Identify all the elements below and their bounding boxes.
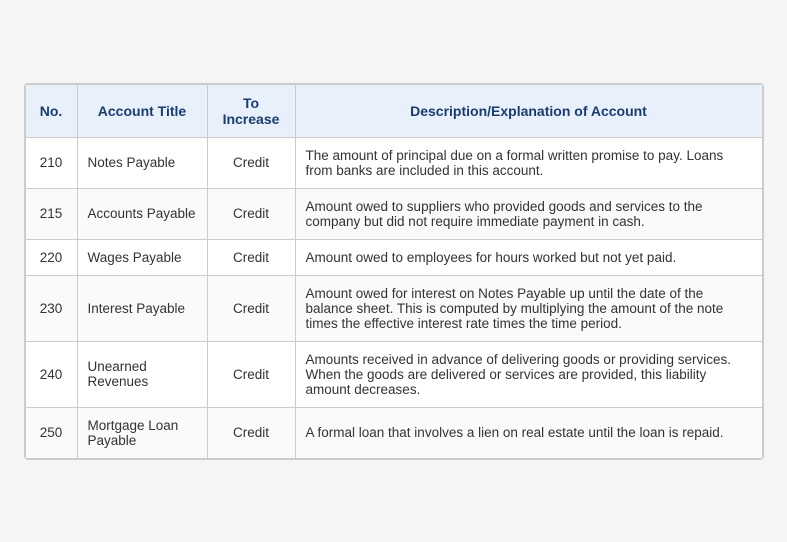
cell-description: A formal loan that involves a lien on re…	[295, 407, 762, 458]
cell-no: 240	[25, 341, 77, 407]
accounts-table: No. Account Title ToIncrease Description…	[25, 84, 763, 459]
cell-to-increase: Credit	[207, 275, 295, 341]
cell-account-title: Interest Payable	[77, 275, 207, 341]
cell-description: Amounts received in advance of deliverin…	[295, 341, 762, 407]
cell-account-title: Wages Payable	[77, 239, 207, 275]
cell-no: 250	[25, 407, 77, 458]
table-row: 210Notes PayableCreditThe amount of prin…	[25, 137, 762, 188]
header-account-title: Account Title	[77, 84, 207, 137]
cell-description: Amount owed to employees for hours worke…	[295, 239, 762, 275]
cell-description: Amount owed for interest on Notes Payabl…	[295, 275, 762, 341]
cell-to-increase: Credit	[207, 239, 295, 275]
cell-account-title: Accounts Payable	[77, 188, 207, 239]
cell-description: The amount of principal due on a formal …	[295, 137, 762, 188]
cell-to-increase: Credit	[207, 407, 295, 458]
cell-to-increase: Credit	[207, 188, 295, 239]
table-row: 230Interest PayableCreditAmount owed for…	[25, 275, 762, 341]
cell-no: 210	[25, 137, 77, 188]
cell-to-increase: Credit	[207, 137, 295, 188]
cell-to-increase: Credit	[207, 341, 295, 407]
table-row: 220Wages PayableCreditAmount owed to emp…	[25, 239, 762, 275]
cell-description: Amount owed to suppliers who provided go…	[295, 188, 762, 239]
header-no: No.	[25, 84, 77, 137]
table-row: 250Mortgage Loan PayableCreditA formal l…	[25, 407, 762, 458]
main-table-wrapper: No. Account Title ToIncrease Description…	[24, 83, 764, 460]
cell-account-title: Notes Payable	[77, 137, 207, 188]
cell-no: 230	[25, 275, 77, 341]
header-description: Description/Explanation of Account	[295, 84, 762, 137]
header-to-increase: ToIncrease	[207, 84, 295, 137]
table-row: 240Unearned RevenuesCreditAmounts receiv…	[25, 341, 762, 407]
cell-account-title: Unearned Revenues	[77, 341, 207, 407]
cell-no: 220	[25, 239, 77, 275]
cell-account-title: Mortgage Loan Payable	[77, 407, 207, 458]
table-header-row: No. Account Title ToIncrease Description…	[25, 84, 762, 137]
cell-no: 215	[25, 188, 77, 239]
table-row: 215Accounts PayableCreditAmount owed to …	[25, 188, 762, 239]
